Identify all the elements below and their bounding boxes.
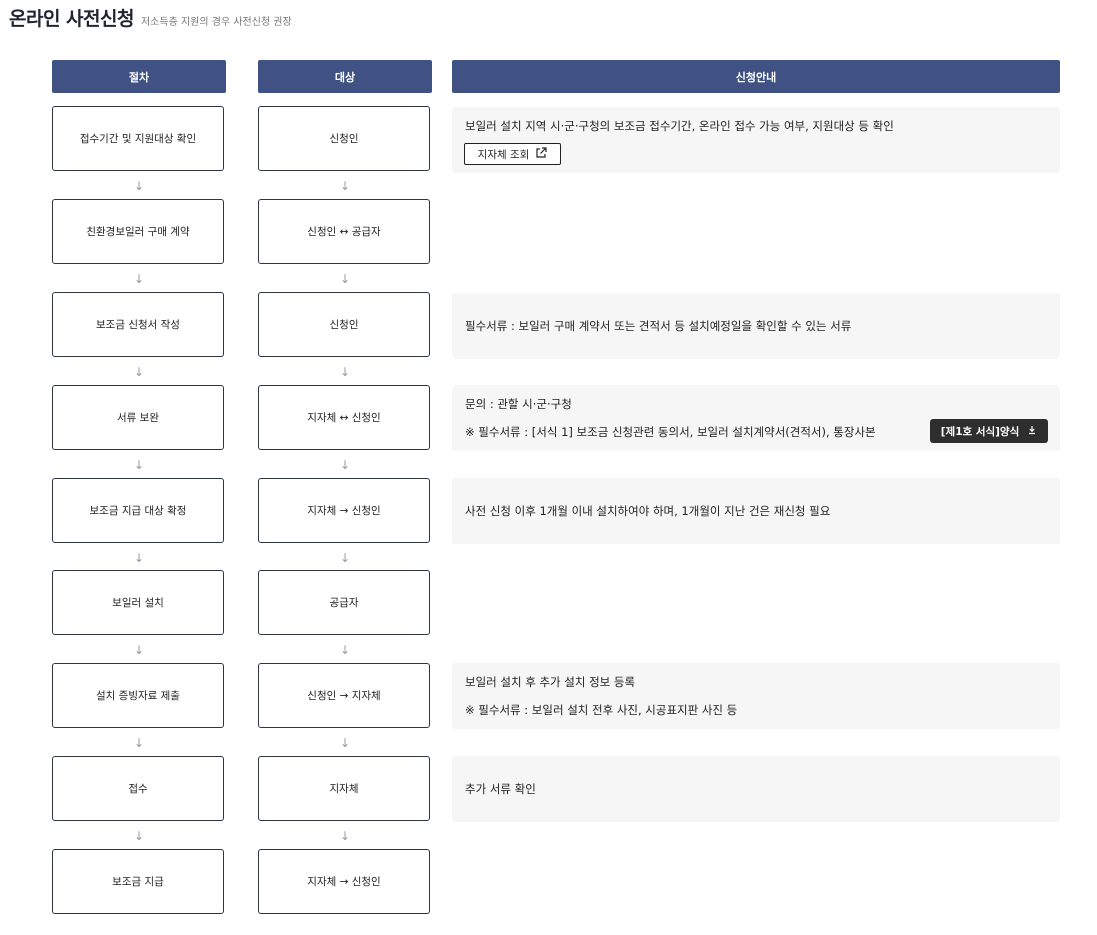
guide-panel-supplement: 문의 : 관할 시·군·구청 ※ 필수서류 : [서식 1] 보조금 신청관련 … <box>452 385 1060 451</box>
column-header-target: 대상 <box>258 60 432 93</box>
step-box: 보조금 지급 <box>52 849 224 914</box>
arrow-down-icon: ↓ <box>339 272 351 286</box>
step-box: 설치 증빙자료 제출 <box>52 663 224 728</box>
target-box: 지자체 → 신청인 <box>258 849 430 914</box>
step-box: 접수기간 및 지원대상 확인 <box>52 106 224 171</box>
guide-inquiry-text: 문의 : 관할 시·군·구청 <box>465 397 572 411</box>
guide-required-docs-text: ※ 필수서류 : 보일러 설치 전후 사진, 시공표지판 사진 등 <box>465 703 738 717</box>
arrow-down-icon: ↓ <box>339 736 351 750</box>
target-box: 공급자 <box>258 570 430 635</box>
target-box: 신청인 <box>258 106 430 171</box>
step-box: 친환경보일러 구매 계약 <box>52 199 224 264</box>
arrow-down-icon: ↓ <box>133 551 145 565</box>
arrow-down-icon: ↓ <box>339 458 351 472</box>
step-box: 보조금 신청서 작성 <box>52 292 224 357</box>
arrow-down-icon: ↓ <box>133 458 145 472</box>
guide-panel-receipt: 추가 서류 확인 <box>452 756 1060 822</box>
column-header-guide: 신청안내 <box>452 60 1060 93</box>
local-gov-search-button[interactable]: 지자체 조회 <box>464 143 561 165</box>
step-box: 접수 <box>52 756 224 821</box>
arrow-down-icon: ↓ <box>133 736 145 750</box>
arrow-down-icon: ↓ <box>339 551 351 565</box>
target-box: 신청인 ↔ 공급자 <box>258 199 430 264</box>
guide-text: 보일러 설치 후 추가 설치 정보 등록 <box>465 675 636 689</box>
arrow-down-icon: ↓ <box>339 829 351 843</box>
target-box: 지자체 <box>258 756 430 821</box>
arrow-down-icon: ↓ <box>133 365 145 379</box>
button-label: 지자체 조회 <box>477 148 530 161</box>
external-link-icon <box>535 146 547 162</box>
target-box: 지자체 ↔ 신청인 <box>258 385 430 450</box>
arrow-down-icon: ↓ <box>339 365 351 379</box>
guide-text: 사전 신청 이후 1개월 이내 설치하여야 하며, 1개월이 지난 건은 재신청… <box>465 504 831 518</box>
page-header: 온라인 사전신청 저소득층 지원의 경우 사전신청 권장 <box>9 4 292 31</box>
column-header-step: 절차 <box>52 60 226 93</box>
arrow-down-icon: ↓ <box>133 643 145 657</box>
guide-panel-check: 보일러 설치 지역 시·군·구청의 보조금 접수기간, 온라인 접수 가능 여부… <box>452 107 1060 173</box>
guide-panel-application: 필수서류 : 보일러 구매 계약서 또는 견적서 등 설치예정일을 확인할 수 … <box>452 293 1060 359</box>
step-box: 보조금 지급 대상 확정 <box>52 478 224 543</box>
target-box: 신청인 → 지자체 <box>258 663 430 728</box>
guide-required-docs-text: ※ 필수서류 : [서식 1] 보조금 신청관련 동의서, 보일러 설치계약서(… <box>465 425 876 439</box>
guide-text: 필수서류 : 보일러 구매 계약서 또는 견적서 등 설치예정일을 확인할 수 … <box>465 319 852 333</box>
button-label: [제1호 서식]양식 <box>940 425 1020 438</box>
arrow-down-icon: ↓ <box>133 272 145 286</box>
arrow-down-icon: ↓ <box>133 179 145 193</box>
arrow-down-icon: ↓ <box>339 179 351 193</box>
guide-text: 보일러 설치 지역 시·군·구청의 보조금 접수기간, 온라인 접수 가능 여부… <box>465 119 894 133</box>
target-box: 신청인 <box>258 292 430 357</box>
step-box: 보일러 설치 <box>52 570 224 635</box>
page-subtitle: 저소득층 지원의 경우 사전신청 권장 <box>140 17 292 28</box>
guide-panel-evidence: 보일러 설치 후 추가 설치 정보 등록 ※ 필수서류 : 보일러 설치 전후 … <box>452 663 1060 729</box>
step-box: 서류 보완 <box>52 385 224 450</box>
guide-panel-confirm: 사전 신청 이후 1개월 이내 설치하여야 하며, 1개월이 지난 건은 재신청… <box>452 478 1060 544</box>
form-download-button[interactable]: [제1호 서식]양식 <box>930 419 1048 443</box>
guide-text: 추가 서류 확인 <box>465 782 536 796</box>
page-title: 온라인 사전신청 <box>9 8 134 30</box>
arrow-down-icon: ↓ <box>339 643 351 657</box>
arrow-down-icon: ↓ <box>133 829 145 843</box>
target-box: 지자체 → 신청인 <box>258 478 430 543</box>
download-icon <box>1027 425 1037 438</box>
